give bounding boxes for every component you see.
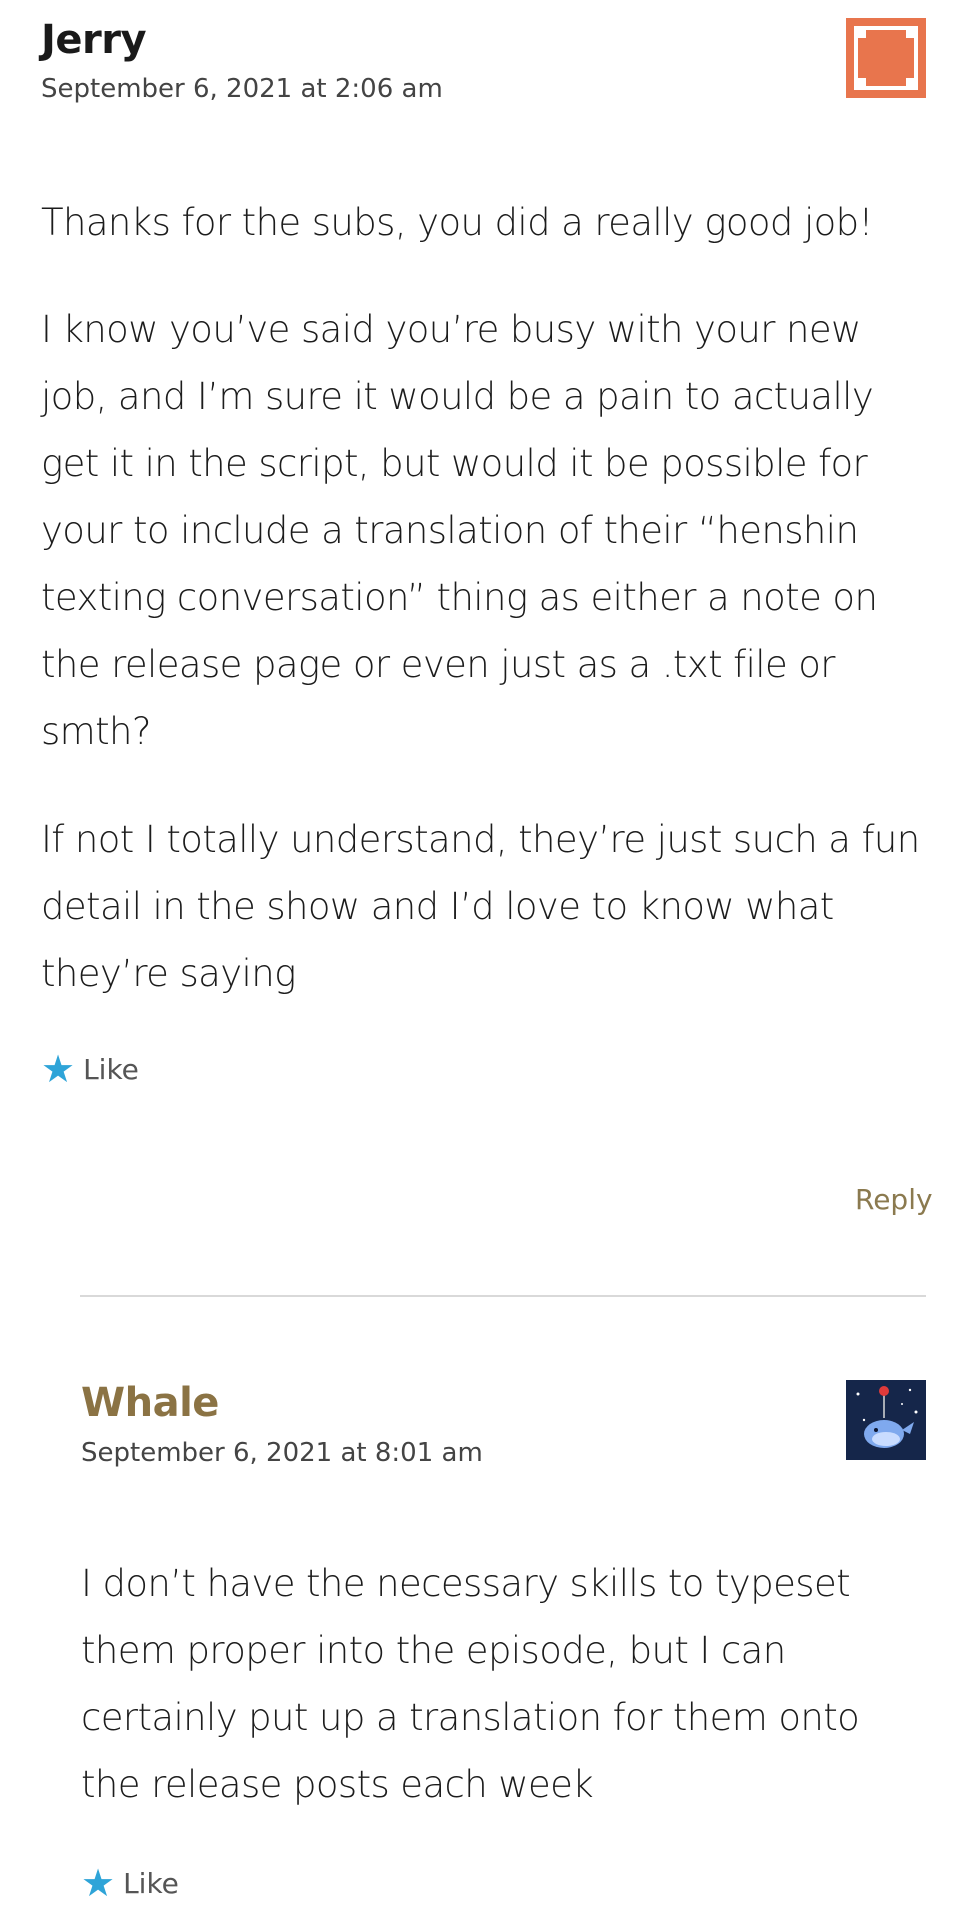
comment-date[interactable]: September 6, 2021 at 8:01 am [81,1438,483,1468]
like-button[interactable]: ★ Like [81,1864,179,1902]
comment-divider [80,1295,926,1297]
comment-paragraph: Thanks for the subs, you did a really go… [41,201,873,244]
star-icon: ★ [81,1861,116,1905]
comment-paragraph: If not I totally understand, they’re jus… [41,818,920,995]
like-label: Like [83,1052,139,1086]
avatar[interactable] [846,1380,926,1460]
comment-paragraph: I don’t have the necessary skills to typ… [81,1562,860,1806]
like-label: Like [123,1866,179,1900]
comment-author[interactable]: Jerry [41,17,147,63]
star-icon: ★ [41,1047,76,1091]
comment-author[interactable]: Whale [81,1380,219,1426]
comment-paragraph: I know you’ve said you’re busy with your… [41,308,878,753]
avatar[interactable] [846,18,926,98]
comment-date[interactable]: September 6, 2021 at 2:06 am [41,74,443,104]
reply-link[interactable]: Reply [855,1183,933,1216]
like-button[interactable]: ★ Like [41,1050,139,1088]
